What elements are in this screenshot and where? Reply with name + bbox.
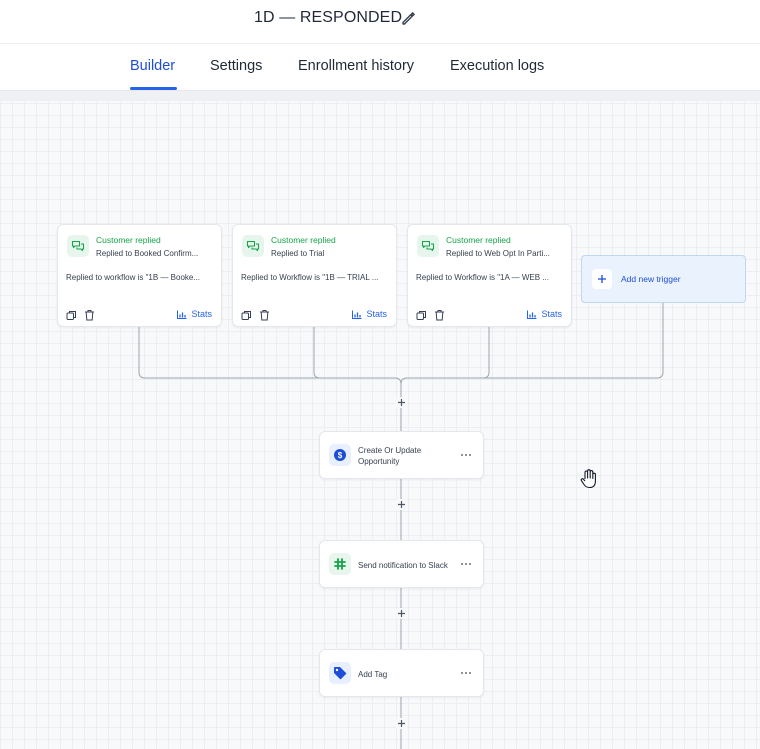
plus-icon xyxy=(598,275,606,283)
workflow-header: 1D — RESPONDED xyxy=(0,0,760,44)
action-label: Add Tag xyxy=(358,670,388,679)
active-tab-indicator xyxy=(130,87,177,90)
trigger-condition: Replied to Workflow is "1A — WEB ... xyxy=(416,273,549,282)
stats-button[interactable]: Stats xyxy=(177,309,212,319)
add-step-plus-icon[interactable] xyxy=(396,397,407,408)
stats-label: Stats xyxy=(366,309,387,319)
tab-builder[interactable]: Builder xyxy=(130,58,175,74)
chat-bubbles-icon xyxy=(246,240,260,252)
copy-icon[interactable] xyxy=(66,310,77,321)
trigger-name: Replied to Booked Confirm... xyxy=(96,249,199,258)
workflow-tabs: Builder Settings Enrollment history Exec… xyxy=(0,44,760,91)
trash-icon[interactable] xyxy=(259,309,270,321)
add-step-plus-icon[interactable] xyxy=(396,608,407,619)
chat-bubbles-icon xyxy=(71,240,85,252)
svg-text:$: $ xyxy=(338,451,343,460)
workflow-title: 1D — RESPONDED xyxy=(254,9,403,26)
action-label-line2: Opportunity xyxy=(358,457,400,466)
more-options-icon[interactable] xyxy=(460,671,472,675)
stats-button[interactable]: Stats xyxy=(527,309,562,319)
canvas-top-strip xyxy=(0,91,760,101)
trigger-type: Customer replied xyxy=(96,235,161,245)
trigger-icon-box xyxy=(417,235,439,257)
action-label-line1: Create Or Update xyxy=(358,446,422,455)
tab-execution-logs[interactable]: Execution logs xyxy=(450,58,544,74)
action-icon-box: $ xyxy=(329,444,351,466)
action-label: Send notification to Slack xyxy=(358,561,448,570)
chat-bubbles-icon xyxy=(421,240,435,252)
action-icon-box xyxy=(329,553,351,575)
tab-enrollment-history[interactable]: Enrollment history xyxy=(298,58,414,74)
add-new-trigger-button[interactable]: Add new trigger xyxy=(581,255,746,303)
trigger-card[interactable]: Customer replied Replied to Booked Confi… xyxy=(57,224,222,327)
trash-icon[interactable] xyxy=(434,309,445,321)
trigger-card[interactable]: Customer replied Replied to Web Opt In P… xyxy=(407,224,572,327)
add-step-plus-icon[interactable] xyxy=(396,499,407,510)
trigger-icon-box xyxy=(242,235,264,257)
plus-box xyxy=(592,269,612,289)
stats-label: Stats xyxy=(191,309,212,319)
add-step-plus-icon[interactable] xyxy=(396,718,407,729)
hand-cursor-icon xyxy=(580,469,596,489)
action-icon-box xyxy=(329,662,351,684)
stats-button[interactable]: Stats xyxy=(352,309,387,319)
more-options-icon[interactable] xyxy=(460,562,472,566)
bar-chart-icon xyxy=(527,310,537,319)
trigger-name: Replied to Trial xyxy=(271,249,325,258)
trigger-condition: Replied to Workflow is "1B — TRIAL ... xyxy=(241,273,379,282)
stats-label: Stats xyxy=(541,309,562,319)
action-card-create-or-update-opportunity[interactable]: $ Create Or Update Opportunity xyxy=(319,431,484,479)
bar-chart-icon xyxy=(352,310,362,319)
trigger-name: Replied to Web Opt In Parti... xyxy=(446,249,550,258)
trigger-icon-box xyxy=(67,235,89,257)
add-new-trigger-label: Add new trigger xyxy=(621,274,681,284)
dollar-circle-icon: $ xyxy=(334,449,346,461)
action-card-add-tag[interactable]: Add Tag xyxy=(319,649,484,697)
trash-icon[interactable] xyxy=(84,309,95,321)
bar-chart-icon xyxy=(177,310,187,319)
tag-icon xyxy=(334,667,347,680)
copy-icon[interactable] xyxy=(241,310,252,321)
trigger-condition: Replied to workflow is "1B — Booke... xyxy=(66,273,201,282)
more-options-icon[interactable] xyxy=(460,453,472,457)
trigger-type: Customer replied xyxy=(271,235,336,245)
trigger-type: Customer replied xyxy=(446,235,511,245)
trigger-card[interactable]: Customer replied Replied to Trial Replie… xyxy=(232,224,397,327)
tab-settings[interactable]: Settings xyxy=(210,58,262,74)
pencil-icon[interactable] xyxy=(400,10,416,26)
copy-icon[interactable] xyxy=(416,310,427,321)
slack-icon xyxy=(334,558,346,570)
action-card-send-notification-to-slack[interactable]: Send notification to Slack xyxy=(319,540,484,588)
